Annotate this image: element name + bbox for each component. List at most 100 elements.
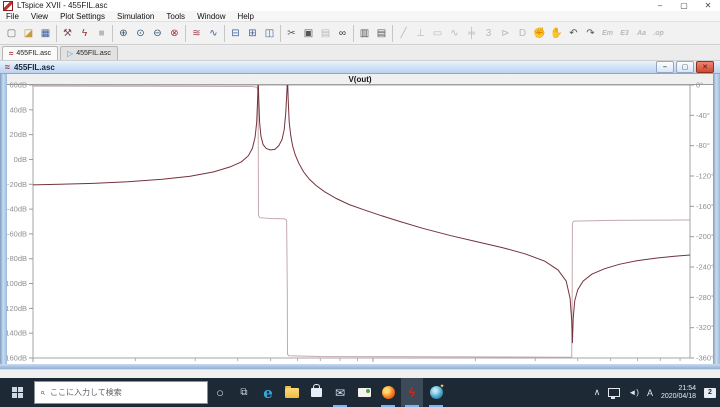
menubar: File View Plot Settings Simulation Tools Wind… [0, 11, 720, 21]
y-left-label: -140dB [7, 329, 27, 338]
redo-button[interactable]: ↷ [582, 23, 599, 44]
print-button[interactable]: ▥ [356, 23, 373, 44]
save-button[interactable]: ▦ [37, 23, 54, 44]
waveform-window-titlebar[interactable]: ≈ 455FIL.asc – ▢ ✕ [0, 61, 720, 74]
tab-waveform-455fil[interactable]: ≈ 455FIL.asc [2, 46, 59, 60]
menu-tools[interactable]: Tools [160, 11, 191, 21]
schematic-icon: ▷ [67, 49, 74, 58]
menu-view[interactable]: View [25, 11, 54, 21]
magnitude-trace [33, 85, 690, 344]
file-explorer-button[interactable] [281, 378, 303, 407]
autorange-y-button[interactable]: ≋ [188, 23, 205, 44]
store-icon [310, 384, 322, 397]
tile-vertical-button[interactable]: ⊞ [244, 23, 261, 44]
firefox-button[interactable] [377, 378, 399, 407]
waveform-icon: ≈ [9, 49, 14, 58]
undo-button[interactable]: ↶ [565, 23, 582, 44]
menu-file[interactable]: File [0, 11, 25, 21]
waveform-window: ≈ 455FIL.asc – ▢ ✕ V(out) 60dB 40dB 20dB 0dB -… [0, 61, 720, 369]
mail-app-button[interactable] [353, 378, 375, 407]
y-left-label: -100dB [7, 279, 27, 288]
new-schematic-button[interactable]: ▢ [3, 23, 20, 44]
phase-trace [33, 85, 690, 358]
ltspice-taskbar-button[interactable]: ϟ [401, 378, 423, 407]
y-left-label: -40dB [7, 205, 27, 214]
toolbar-separator [392, 24, 393, 42]
start-button[interactable] [0, 378, 34, 407]
y-right-label: -200° [696, 232, 713, 241]
toolbar-separator [185, 24, 186, 42]
copy-button[interactable]: ▣ [300, 23, 317, 44]
drag-tool-button: ✋ [550, 27, 563, 39]
window-titlebar: LTspice XVII - 455FIL.asc – ▢ ✕ [0, 0, 720, 11]
x-tick-label: 1MHz [363, 363, 383, 364]
taskbar: ⌕ ここに入力して検索 ○ ⧉ e ✉ ϟ ∧ ◄) A 21:54 2020/… [0, 378, 720, 407]
zoom-in-button[interactable]: ⊕ [115, 23, 132, 44]
paste-button: ▤ [320, 27, 331, 39]
diode-tool-button: ⊳ [501, 27, 510, 39]
app-button[interactable] [425, 378, 447, 407]
toolbar-separator [224, 24, 225, 42]
minimize-button[interactable]: – [648, 0, 672, 11]
cortana-button[interactable]: ○ [209, 378, 231, 407]
menu-window[interactable]: Window [191, 11, 231, 21]
tab-label: 455FIL.asc [16, 50, 52, 57]
search-input[interactable]: ⌕ ここに入力して検索 [34, 381, 208, 404]
y-left-label: -160dB [7, 354, 27, 363]
clock-time: 21:54 [678, 384, 696, 392]
child-minimize-button[interactable]: – [656, 61, 674, 73]
y-right-label: -40° [696, 111, 710, 120]
window-title: LTspice XVII - 455FIL.asc [17, 1, 108, 10]
plot-title-band: V(out) [7, 74, 713, 85]
action-center-button[interactable]: 2 [700, 378, 720, 407]
child-close-button[interactable]: ✕ [696, 61, 714, 73]
maximize-button[interactable]: ▢ [672, 0, 696, 11]
network-status[interactable] [604, 378, 624, 407]
store-button[interactable] [305, 378, 327, 407]
child-maximize-button[interactable]: ▢ [676, 61, 694, 73]
text-tool-button: Aa [637, 29, 646, 37]
speaker-icon: ◄) [628, 388, 639, 397]
zoom-full-extents-button[interactable]: ⊙ [132, 23, 149, 44]
close-button[interactable]: ✕ [696, 0, 720, 11]
control-panel-button[interactable]: ⚒ [59, 23, 76, 44]
tab-schematic-455fil[interactable]: ▷ 455FIL.asc [60, 46, 118, 60]
move-tool-button: ✊ [533, 27, 546, 39]
ime-letter: A [646, 387, 653, 398]
run-button[interactable]: ϟ [76, 23, 93, 44]
volume-status[interactable]: ◄) [624, 378, 643, 407]
edge-button[interactable]: e [257, 378, 279, 407]
clock-date: 2020/04/18 [660, 392, 696, 400]
plot-settings-button[interactable]: ∿ [205, 23, 222, 44]
menu-help[interactable]: Help [232, 11, 260, 21]
y-left-label: 0dB [14, 155, 27, 164]
clock[interactable]: 21:54 2020/04/18 [657, 385, 700, 401]
bode-plot[interactable]: 60dB 40dB 20dB 0dB -20dB -40dB -60dB -80dB -100d… [7, 81, 713, 365]
find-button[interactable]: ∞ [334, 23, 351, 44]
chevron-up-icon: ∧ [593, 387, 601, 397]
toolbar-separator [112, 24, 113, 42]
waveform-pane[interactable]: V(out) 60dB 40dB 20dB 0dB -20dB -40dB -60dB -80… [7, 74, 713, 364]
tray-chevron[interactable]: ∧ [590, 378, 605, 407]
print-preview-button[interactable]: ▤ [373, 23, 390, 44]
ime-indicator[interactable]: A [643, 378, 657, 407]
y-left-label: -120dB [7, 304, 27, 313]
menu-plot-settings[interactable]: Plot Settings [54, 11, 111, 21]
cortana-icon: ○ [216, 385, 224, 400]
window-border-left [0, 74, 7, 364]
ltspice-icon: ϟ [408, 385, 416, 400]
y-right-label: -160° [696, 202, 713, 211]
zoom-out-button[interactable]: ⊖ [149, 23, 166, 44]
menu-simulation[interactable]: Simulation [111, 11, 160, 21]
ltspice-app-icon [3, 0, 13, 11]
tab-label: 455FIL.asc [76, 50, 111, 57]
cut-button[interactable]: ✂ [283, 23, 300, 44]
component-tool-button: D [518, 27, 527, 39]
zoom-clear-button[interactable]: ⊗ [166, 23, 183, 44]
tile-horizontal-button[interactable]: ⊟ [227, 23, 244, 44]
cascade-windows-button[interactable]: ◫ [261, 23, 278, 44]
task-view-button[interactable]: ⧉ [233, 378, 255, 407]
y-right-label: -280° [696, 293, 713, 302]
open-button[interactable]: ◪ [20, 23, 37, 44]
mail-button[interactable]: ✉ [329, 378, 351, 407]
